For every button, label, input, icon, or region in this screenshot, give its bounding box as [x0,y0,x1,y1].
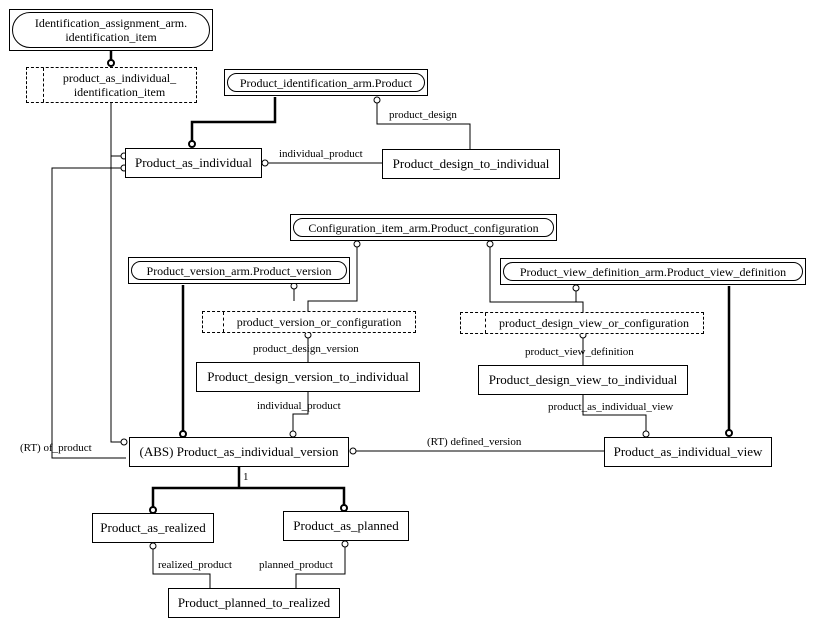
relation-line [151,486,346,508]
relation-end-circle [107,59,115,67]
entity-product-design-to-individual[interactable]: Product_design_to_individual [382,149,560,179]
entity-label: Product_planned_to_realized [177,595,331,610]
relation-end-circle [149,542,157,550]
select-label-line1: product_as_individual_ [62,71,177,85]
relation-end-circle [341,540,349,548]
cardinality-label: 1 [243,471,249,483]
entity-label: Product_version_arm.Product_version [146,263,332,278]
relation-end-circle [725,429,733,437]
entity-label: Product_as_realized [100,520,206,535]
relation-label-product-design-version: product_design_version [253,343,359,355]
relation-label-planned-product: planned_product [259,559,333,571]
entity-label: Product_as_individual [135,155,252,170]
select-product-design-view-or-configuration[interactable]: product_design_view_or_configuration [460,312,704,334]
entity-product-as-individual[interactable]: Product_as_individual [125,148,262,178]
select-product-version-or-configuration[interactable]: product_version_or_configuration [202,311,416,333]
select-label: product_version_or_configuration [236,315,402,329]
relation-label-defined-version: (RT) defined_version [427,436,522,448]
relation-end-circle [373,96,381,104]
relation-label-of-product: (RT) of_product [20,442,92,454]
entity-product-as-planned[interactable]: Product_as_planned [283,511,409,541]
relation-end-circle [349,447,357,455]
relation-end-circle [353,240,361,248]
relation-end-circle [120,438,128,446]
entity-label-line1: Identification_assignment_arm. [34,16,188,30]
entity-label: Product_design_view_to_individual [488,372,678,387]
entity-product[interactable]: Product_identification_arm.Product [224,69,428,96]
select-label: product_design_view_or_configuration [499,316,689,330]
referenced-entity-pill: Configuration_item_arm.Product_configura… [293,218,554,237]
entity-product-design-view-to-individual[interactable]: Product_design_view_to_individual [478,365,688,395]
relation-label-product-design: product_design [389,109,457,121]
referenced-entity-pill: Product_identification_arm.Product [227,73,425,92]
relation-end-circle [188,140,196,148]
entity-product-configuration[interactable]: Configuration_item_arm.Product_configura… [290,214,557,241]
entity-product-planned-to-realized[interactable]: Product_planned_to_realized [168,588,340,618]
relation-line [51,167,126,459]
entity-label: Product_as_planned [293,518,399,533]
entity-product-design-version-to-individual[interactable]: Product_design_version_to_individual [196,362,420,392]
entity-product-as-individual-view[interactable]: Product_as_individual_view [604,437,772,467]
relation-line [582,394,647,432]
entity-label: Configuration_item_arm.Product_configura… [308,220,539,235]
referenced-entity-pill: Product_version_arm.Product_version [131,261,347,280]
entity-product-as-individual-version[interactable]: (ABS) Product_as_individual_version [129,437,349,467]
entity-product-as-realized[interactable]: Product_as_realized [92,513,214,543]
relation-label-product-view-definition: product_view_definition [525,346,634,358]
relation-label-product-as-individual-view: product_as_individual_view [548,401,674,413]
entity-label: Product_identification_arm.Product [239,75,413,90]
entity-label: Product_design_to_individual [392,156,550,171]
select-marker [485,313,486,333]
entity-label-line2: identification_item [65,30,157,44]
entity-identification-item[interactable]: Identification_assignment_arm. identific… [9,9,213,51]
relation-end-circle [261,159,269,167]
entity-product-view-definition[interactable]: Product_view_definition_arm.Product_view… [500,258,806,285]
entity-label: Product_as_individual_view [613,444,763,459]
relation-line [292,392,309,432]
select-label-line2: identification_item [73,85,166,99]
select-product-as-individual-identification-item[interactable]: product_as_individual_ identification_it… [26,67,197,103]
entity-label: (ABS) Product_as_individual_version [139,444,339,459]
relation-end-circle [486,240,494,248]
relation-end-circle [572,284,580,292]
referenced-entity-pill: Identification_assignment_arm. identific… [12,12,210,48]
entity-label: Product_design_version_to_individual [207,369,409,384]
entity-label: Product_view_definition_arm.Product_view… [519,264,787,279]
referenced-entity-pill: Product_view_definition_arm.Product_view… [503,262,803,281]
select-marker [43,68,44,102]
select-marker [223,312,224,332]
relation-label-individual-product: individual_product [257,400,341,412]
relation-line [110,102,122,443]
entity-product-version[interactable]: Product_version_arm.Product_version [128,257,350,284]
relation-line [190,97,277,142]
relation-label-realized-product: realized_product [158,559,232,571]
relation-label-individual-product: individual_product [279,148,363,160]
